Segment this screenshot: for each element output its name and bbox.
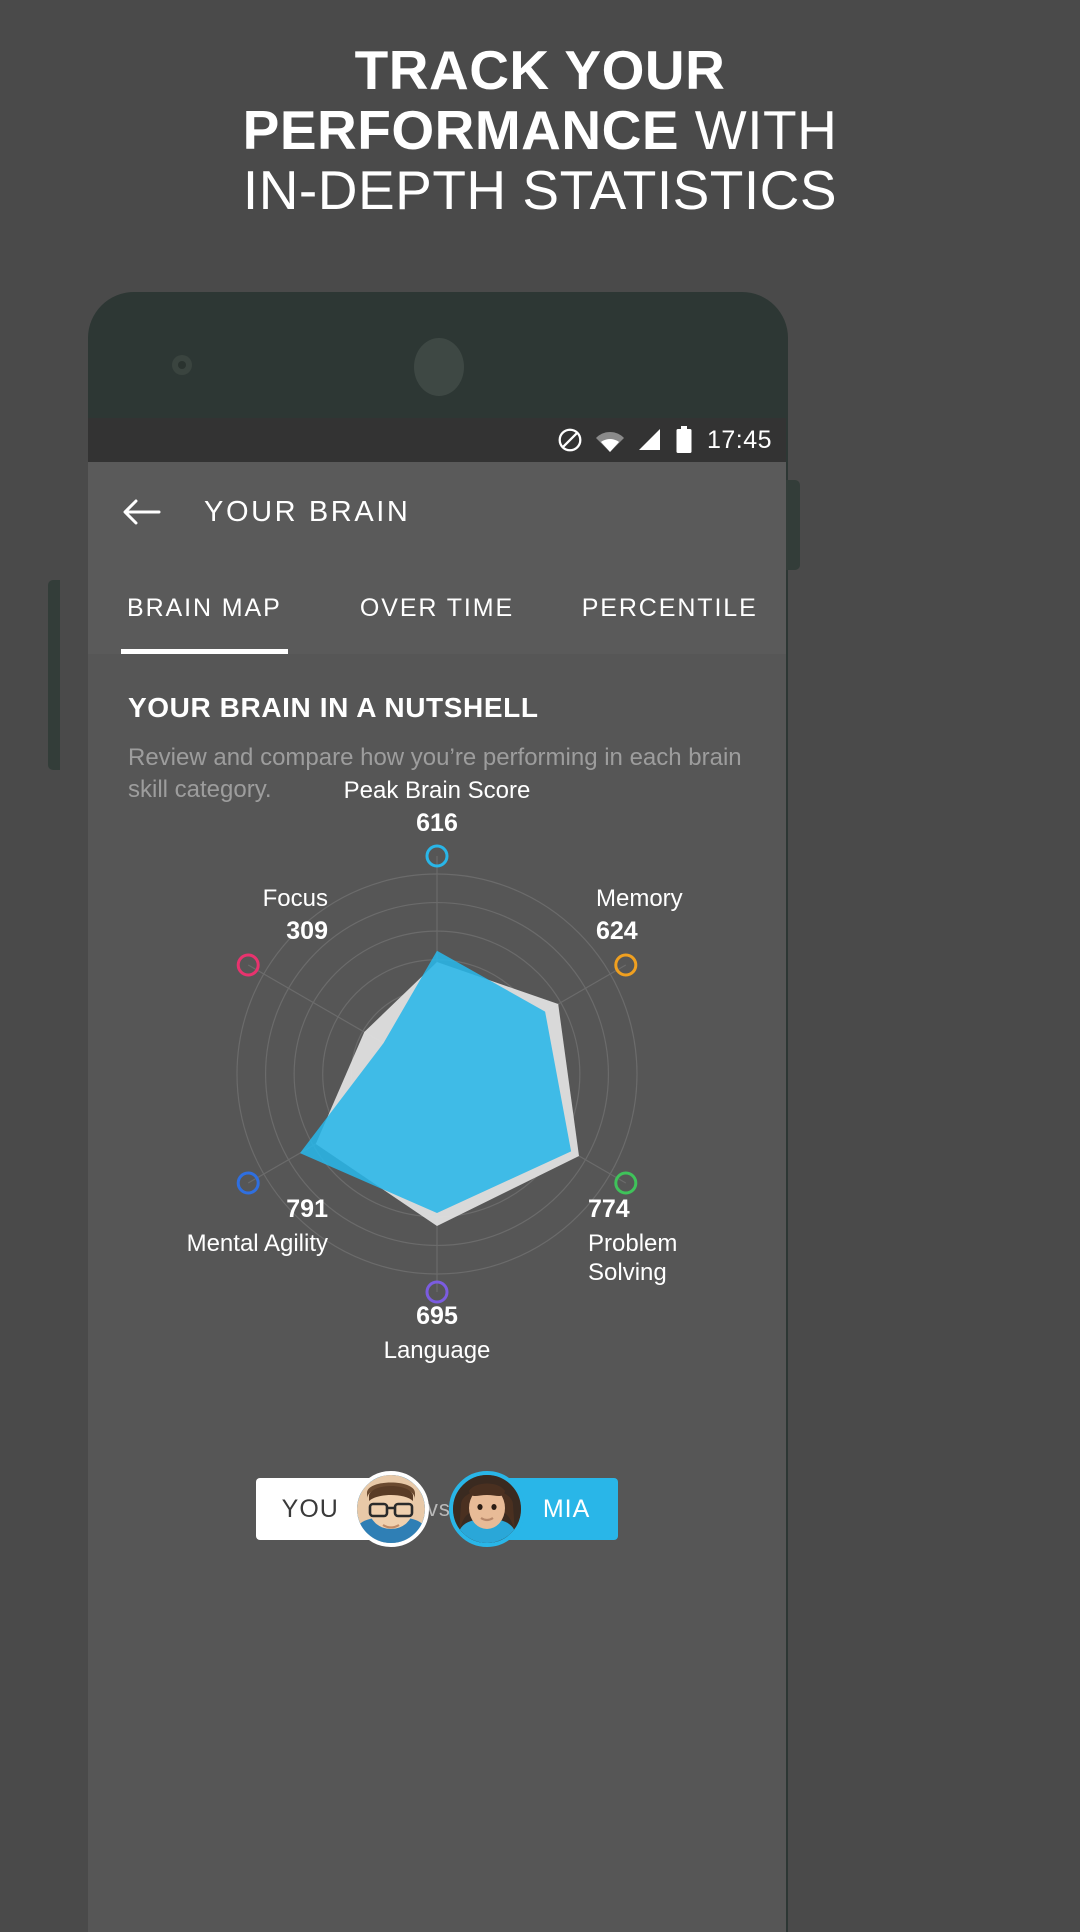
headline-line-3-light: IN-DEPTH STATISTICS <box>242 159 838 221</box>
axis-value-problem-solving: 774 <box>588 1195 630 1223</box>
earpiece-speaker <box>414 338 464 396</box>
avatar-you[interactable] <box>352 1471 429 1547</box>
legend-pill-mia[interactable]: MIA <box>448 1471 619 1547</box>
axis-label-mental-agility: Mental Agility <box>186 1230 328 1257</box>
battery-icon <box>675 426 693 454</box>
status-bar: 17:45 <box>88 418 786 462</box>
phone-volume-button <box>48 580 60 770</box>
wifi-icon <box>595 427 625 453</box>
do-not-disturb-icon <box>557 427 583 453</box>
legend-vs-label: vs <box>426 1496 451 1521</box>
axis-marker-focus[interactable] <box>236 953 260 977</box>
front-camera-icon <box>172 355 192 375</box>
headline-line-1-bold: TRACK YOUR <box>354 39 726 101</box>
legend-label-you: YOU <box>281 1494 339 1523</box>
headline-line-2-bold: PERFORMANCE <box>242 99 680 161</box>
back-arrow-icon[interactable] <box>122 497 162 527</box>
axis-label-problem-solving: Problem Solving <box>588 1229 786 1287</box>
axis-label-problem-solving-line1: Problem <box>588 1230 678 1257</box>
headline-line-1: TRACK YOUR <box>0 40 1080 100</box>
axis-marker-memory[interactable] <box>614 953 638 977</box>
headline-line-2-light: WITH <box>679 99 838 161</box>
tab-bar: BRAIN MAP OVER TIME PERCENTILE <box>88 562 786 654</box>
axis-label-focus: Focus <box>262 885 328 912</box>
axis-marker-mental-agility[interactable] <box>236 1171 260 1195</box>
brain-map-radar-chart: Peak Brain Score 616 Memory 624 Problem S… <box>88 777 786 1429</box>
cell-signal-icon <box>637 427 663 453</box>
axis-value-peak-brain-score: 616 <box>416 809 458 837</box>
page-title: YOUR BRAIN <box>204 495 411 528</box>
tab-percentile[interactable]: PERCENTILE <box>553 562 786 654</box>
phone-power-button <box>786 480 800 570</box>
headline-line-3: IN-DEPTH STATISTICS <box>0 160 1080 220</box>
axis-label-memory: Memory <box>596 885 683 912</box>
app-toolbar: YOUR BRAIN <box>88 462 786 562</box>
axis-marker-problem-solving[interactable] <box>614 1171 638 1195</box>
phone-screen: 17:45 YOUR BRAIN BRAIN MAP OVER TIME PER… <box>88 418 786 1932</box>
axis-label-problem-solving-line2: Solving <box>588 1259 667 1286</box>
axis-value-mental-agility: 791 <box>286 1195 328 1223</box>
axis-value-memory: 624 <box>596 917 638 945</box>
marketing-headline: TRACK YOUR PERFORMANCE WITH IN-DEPTH STA… <box>0 40 1080 220</box>
comparison-legend: YOU vs MIA <box>88 1454 786 1564</box>
axis-value-focus: 309 <box>286 917 328 945</box>
tab-over-time[interactable]: OVER TIME <box>321 562 554 654</box>
axis-value-language: 695 <box>416 1302 458 1330</box>
axis-label-peak-brain-score: Peak Brain Score <box>343 777 531 804</box>
avatar-mia[interactable] <box>448 1471 525 1547</box>
status-bar-clock: 17:45 <box>706 425 772 454</box>
tab-brain-map[interactable]: BRAIN MAP <box>88 562 321 654</box>
tab-content-brain-map: YOUR BRAIN IN A NUTSHELL Review and comp… <box>88 654 786 1932</box>
section-title: YOUR BRAIN IN A NUTSHELL <box>128 692 539 723</box>
legend-pill-you[interactable]: YOU <box>255 1471 429 1547</box>
legend-label-mia: MIA <box>542 1494 591 1523</box>
headline-line-2: PERFORMANCE WITH <box>0 100 1080 160</box>
axis-label-language: Language <box>383 1337 491 1364</box>
